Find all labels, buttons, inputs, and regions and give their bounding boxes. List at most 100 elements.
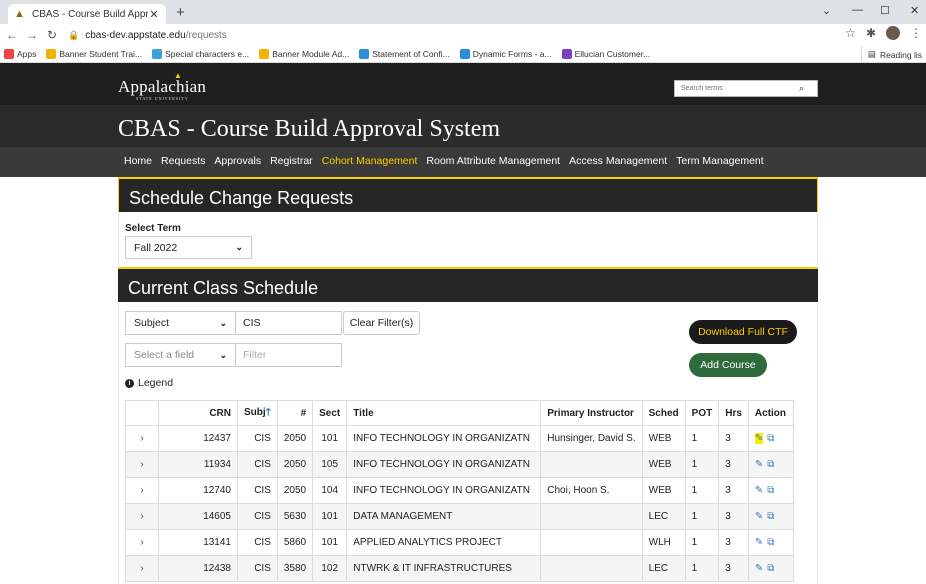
crn-cell: 12438 bbox=[158, 555, 238, 582]
clear-filters-button[interactable]: Clear Filter(s) bbox=[343, 311, 420, 335]
filter-field-select-2[interactable]: Select a field ⌄ bbox=[125, 343, 236, 367]
nav-item-cohort-management[interactable]: Cohort Management bbox=[322, 155, 418, 167]
expand-row-icon[interactable]: › bbox=[125, 555, 159, 582]
search-icon[interactable]: ⌕ bbox=[799, 83, 804, 94]
col-action: Action bbox=[747, 400, 794, 426]
profile-avatar[interactable] bbox=[886, 26, 900, 40]
browser-tab[interactable]: ▲ CBAS - Course Build Approval Sy ✕ bbox=[8, 4, 166, 24]
expand-row-icon[interactable]: › bbox=[125, 451, 159, 478]
instructor-cell bbox=[540, 451, 643, 478]
action-cell: ✎ ⧉ bbox=[747, 529, 794, 556]
col-expand bbox=[125, 400, 159, 426]
section-cell: 102 bbox=[312, 555, 348, 582]
bookmark-star-icon[interactable]: ☆ bbox=[845, 26, 856, 40]
expand-row-icon[interactable]: › bbox=[125, 425, 159, 452]
col-crn[interactable]: CRN bbox=[158, 400, 238, 426]
edit-icon[interactable]: ✎ bbox=[754, 433, 764, 444]
expand-row-icon[interactable]: › bbox=[125, 529, 159, 556]
menu-icon[interactable]: ⋮ bbox=[910, 26, 922, 40]
bookmark-item[interactable]: Dynamic Forms - a... bbox=[459, 49, 552, 59]
nav-item-access-management[interactable]: Access Management bbox=[569, 155, 667, 167]
add-course-button[interactable]: Add Course bbox=[689, 353, 767, 377]
close-window-icon[interactable]: ✕ bbox=[910, 4, 919, 17]
copy-icon[interactable]: ⧉ bbox=[767, 563, 774, 574]
browser-tabbar: ▲ CBAS - Course Build Approval Sy ✕ + ⌄ … bbox=[0, 0, 926, 24]
nav-item-room-attribute-management[interactable]: Room Attribute Management bbox=[426, 155, 560, 167]
bookmark-favicon-icon bbox=[259, 49, 270, 59]
nav-item-home[interactable]: Home bbox=[124, 155, 152, 167]
search-input[interactable] bbox=[675, 85, 795, 92]
filter-value-input-2[interactable]: Filter bbox=[235, 343, 342, 367]
edit-icon[interactable]: ✎ bbox=[755, 485, 763, 496]
col-sect[interactable]: Sect bbox=[312, 400, 348, 426]
instructor-cell: Hunsinger, David S. bbox=[540, 425, 643, 452]
hrs-cell: 3 bbox=[718, 529, 749, 556]
bookmark-label: Apps bbox=[17, 49, 37, 59]
app-favicon-icon: ▲ bbox=[14, 8, 25, 20]
title-cell: DATA MANAGEMENT bbox=[346, 503, 542, 530]
close-tab-icon[interactable]: ✕ bbox=[148, 8, 160, 21]
reading-list-label: Reading lis bbox=[879, 49, 922, 60]
pot-cell: 1 bbox=[684, 555, 720, 582]
legend-toggle[interactable]: i Legend bbox=[125, 377, 173, 389]
course-number-cell: 2050 bbox=[276, 477, 314, 504]
apps-bookmark[interactable]: Apps bbox=[4, 49, 36, 59]
copy-icon[interactable]: ⧉ bbox=[767, 511, 774, 522]
browser-navbar: ← → ↻ 🔒 cbas-dev.appstate.edu/requests ☆… bbox=[0, 24, 926, 46]
bookmark-item[interactable]: Ellucian Customer... bbox=[561, 49, 650, 59]
edit-icon[interactable]: ✎ bbox=[755, 459, 763, 470]
filter-field-select-1[interactable]: Subject ⌄ bbox=[125, 311, 236, 335]
course-number-cell: 3580 bbox=[276, 555, 314, 582]
term-select[interactable]: Fall 2022 ⌄ bbox=[125, 236, 252, 259]
new-tab-icon[interactable]: + bbox=[176, 4, 185, 21]
reload-icon[interactable]: ↻ bbox=[44, 28, 60, 42]
sched-cell: LEC bbox=[641, 503, 686, 530]
current-schedule-heading: Current Class Schedule bbox=[118, 267, 818, 302]
bookmark-item[interactable]: Banner Module Ad... bbox=[259, 49, 349, 59]
bookmark-item[interactable]: Banner Student Trai... bbox=[46, 49, 142, 59]
site-search: ⌕ bbox=[674, 80, 818, 97]
edit-icon[interactable]: ✎ bbox=[755, 511, 763, 522]
forward-icon[interactable]: → bbox=[24, 28, 40, 42]
crn-cell: 11934 bbox=[158, 451, 238, 478]
address-bar[interactable]: 🔒 cbas-dev.appstate.edu/requests bbox=[68, 30, 227, 41]
schedule-table: CRN Subj🡑 # Sect Title Primary Instructo… bbox=[125, 400, 794, 582]
bookmark-label: Special characters e... bbox=[165, 49, 250, 59]
filter-value-input-1[interactable]: CIS bbox=[235, 311, 342, 335]
copy-icon[interactable]: ⧉ bbox=[767, 433, 774, 444]
download-ctf-button[interactable]: Download Full CTF bbox=[689, 320, 797, 344]
maximize-icon[interactable]: ☐ bbox=[880, 4, 890, 17]
nav-item-approvals[interactable]: Approvals bbox=[214, 155, 261, 167]
tab-search-icon[interactable]: ⌄ bbox=[822, 4, 831, 17]
col-subj[interactable]: Subj🡑 bbox=[237, 400, 278, 426]
col-title[interactable]: Title bbox=[346, 400, 542, 426]
course-number-cell: 2050 bbox=[276, 451, 314, 478]
bookmark-item[interactable]: Statement of Confi... bbox=[359, 49, 450, 59]
col-pot[interactable]: POT bbox=[684, 400, 720, 426]
hrs-cell: 3 bbox=[718, 425, 749, 452]
col-instructor[interactable]: Primary Instructor bbox=[540, 400, 643, 426]
col-hrs[interactable]: Hrs bbox=[718, 400, 749, 426]
bookmark-item[interactable]: Special characters e... bbox=[152, 49, 249, 59]
copy-icon[interactable]: ⧉ bbox=[767, 459, 774, 470]
action-cell: ✎ ⧉ bbox=[747, 451, 794, 478]
nav-item-term-management[interactable]: Term Management bbox=[676, 155, 764, 167]
back-icon[interactable]: ← bbox=[4, 28, 20, 42]
nav-item-requests[interactable]: Requests bbox=[161, 155, 205, 167]
copy-icon[interactable]: ⧉ bbox=[767, 537, 774, 548]
edit-icon[interactable]: ✎ bbox=[755, 563, 763, 574]
copy-icon[interactable]: ⧉ bbox=[767, 485, 774, 496]
reading-list[interactable]: ▤ Reading lis bbox=[860, 46, 926, 62]
expand-row-icon[interactable]: › bbox=[125, 477, 159, 504]
col-number[interactable]: # bbox=[276, 400, 314, 426]
appalachian-logo[interactable]: Appalachian ▲ STATE UNIVERSITY bbox=[118, 71, 206, 101]
nav-item-registrar[interactable]: Registrar bbox=[270, 155, 313, 167]
minimize-icon[interactable]: — bbox=[852, 4, 863, 16]
reading-list-icon: ▤ bbox=[867, 49, 876, 59]
col-sched[interactable]: Sched bbox=[641, 400, 686, 426]
tab-title: CBAS - Course Build Approval Sy bbox=[32, 8, 148, 20]
edit-icon[interactable]: ✎ bbox=[755, 537, 763, 548]
extensions-icon[interactable]: ✱ bbox=[866, 26, 876, 40]
expand-row-icon[interactable]: › bbox=[125, 503, 159, 530]
site-title: CBAS - Course Build Approval System bbox=[118, 116, 501, 142]
